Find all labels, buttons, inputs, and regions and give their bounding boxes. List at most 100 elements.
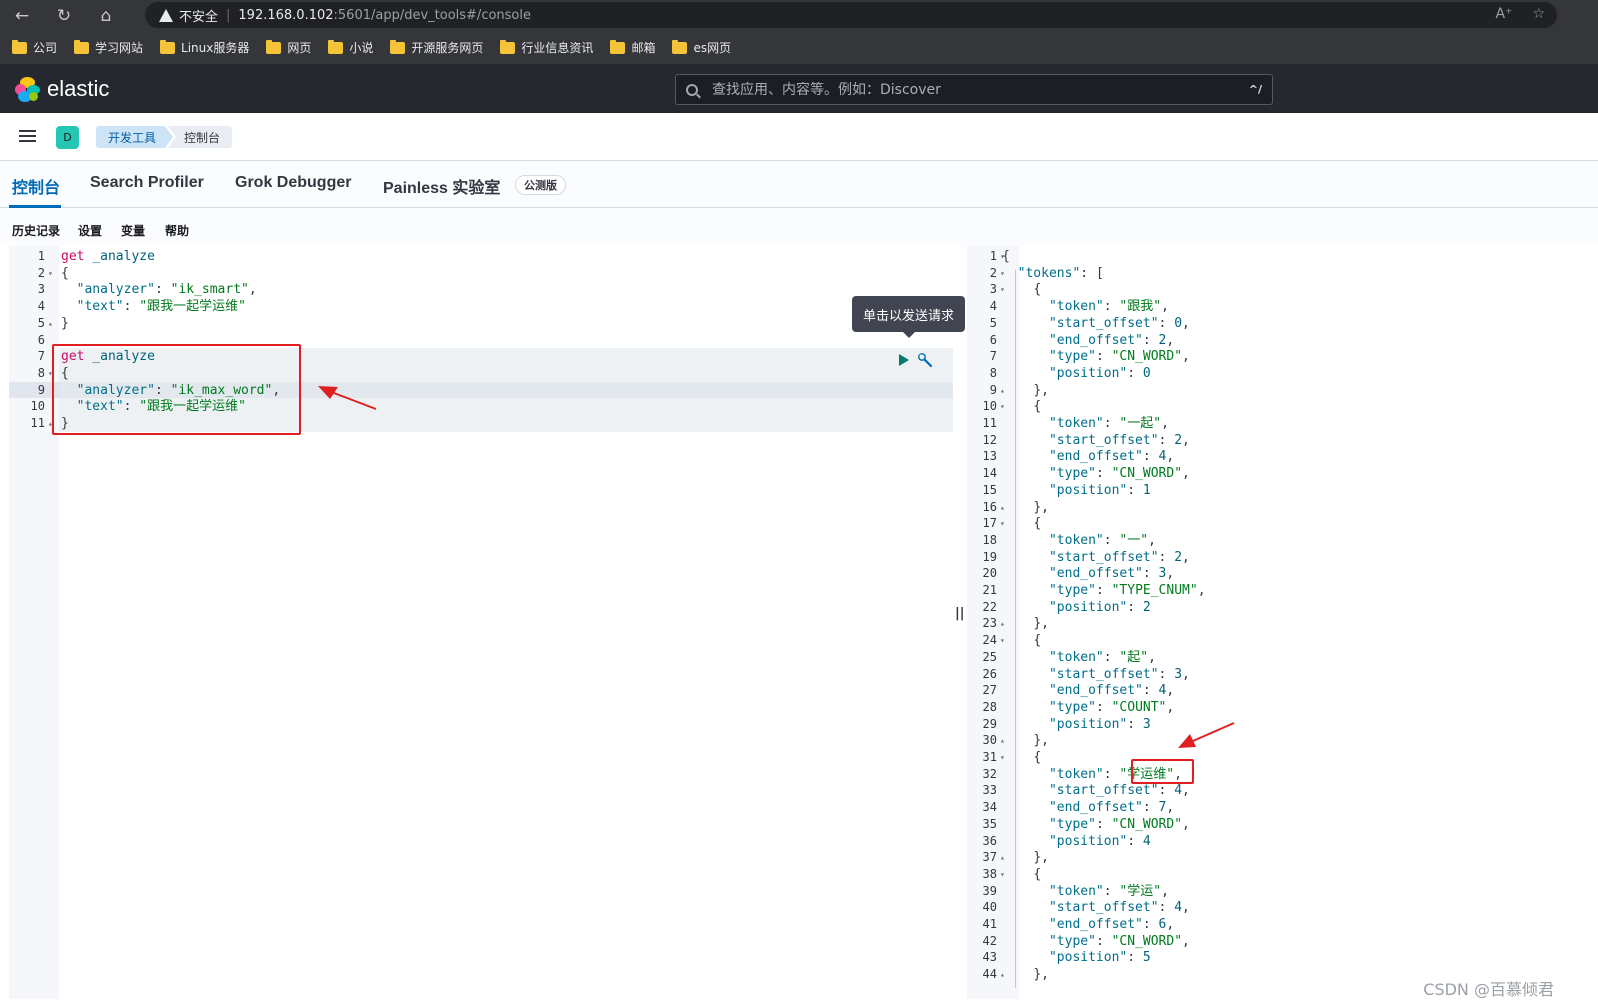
breadcrumb-console: 控制台 bbox=[168, 126, 233, 148]
line-number: 38 bbox=[982, 866, 997, 881]
home-icon[interactable]: ⌂ bbox=[92, 2, 120, 30]
line-number: 5 bbox=[989, 315, 997, 330]
line-number: 18 bbox=[982, 532, 997, 547]
search-icon bbox=[686, 83, 698, 96]
address-bar[interactable]: 不安全 | 192.168.0.102:5601/app/dev_tools#/… bbox=[145, 2, 1557, 28]
line-number: 17 bbox=[982, 516, 997, 531]
wrench-icon[interactable] bbox=[917, 352, 933, 368]
response-code-line: { bbox=[1002, 249, 1010, 264]
settings-link[interactable]: 设置 bbox=[78, 222, 102, 239]
response-code-line: "token": "跟我", bbox=[1048, 299, 1169, 315]
response-code-line: "end_offset": 4, bbox=[1048, 449, 1175, 465]
bookmark-item[interactable]: es网页 bbox=[672, 39, 731, 56]
folder-icon bbox=[74, 39, 90, 54]
hamburger-menu-icon[interactable] bbox=[19, 130, 36, 143]
response-code-line: }, bbox=[1033, 733, 1049, 749]
console-toolbar: 历史记录 设置 变量 帮助 bbox=[0, 208, 1598, 246]
bookmark-item[interactable]: 学习网站 bbox=[74, 39, 143, 56]
response-code-line: "end_offset": 2, bbox=[1048, 332, 1175, 348]
bookmark-label: 邮箱 bbox=[631, 41, 656, 55]
response-code-line: "end_offset": 4, bbox=[1048, 683, 1175, 699]
line-number: 6 bbox=[989, 332, 997, 347]
request-code-line: } bbox=[61, 315, 69, 331]
back-arrow-icon[interactable]: ← bbox=[8, 2, 36, 30]
line-number: 22 bbox=[982, 599, 997, 614]
bookmark-item[interactable]: 开源服务网页 bbox=[390, 39, 483, 56]
elastic-logo-icon bbox=[15, 76, 40, 102]
space-avatar[interactable]: D bbox=[56, 126, 79, 149]
tab-console[interactable]: 控制台 bbox=[12, 174, 60, 198]
breadcrumb-dev-tools[interactable]: 开发工具 bbox=[96, 126, 173, 148]
line-number: 12 bbox=[982, 432, 997, 447]
reload-icon[interactable]: ↻ bbox=[50, 2, 78, 30]
line-number: 15 bbox=[982, 482, 997, 497]
elastic-logo[interactable]: elastic bbox=[15, 76, 109, 102]
line-number: 16 bbox=[982, 499, 997, 514]
bookmark-item[interactable]: 邮箱 bbox=[610, 39, 655, 56]
response-code-line: "start_offset": 4, bbox=[1048, 900, 1190, 916]
fold-toggle-icon[interactable]: ▴ bbox=[48, 315, 53, 332]
response-code-line: { bbox=[1033, 282, 1042, 298]
help-link[interactable]: 帮助 bbox=[165, 222, 189, 239]
bookmark-item[interactable]: 网页 bbox=[266, 39, 311, 56]
response-code-line: { bbox=[1033, 399, 1042, 415]
folder-icon bbox=[160, 39, 176, 54]
line-number: 11 bbox=[30, 416, 45, 430]
annotation-request-box bbox=[52, 344, 301, 435]
response-code-line: }, bbox=[1033, 850, 1049, 866]
bookmarks-bar: 公司 学习网站 Linux服务器 网页 小说 开源服务网页 行业信息资讯 邮箱 es网页 bbox=[0, 31, 1598, 64]
warning-icon bbox=[159, 8, 173, 22]
line-number: 44 bbox=[982, 967, 997, 982]
global-search[interactable]: ^/ bbox=[675, 74, 1273, 105]
request-code-line: { bbox=[61, 265, 69, 281]
response-code-line: "token": "学运", bbox=[1048, 883, 1169, 899]
response-code-line: "position": 3 bbox=[1048, 716, 1151, 732]
bookmark-item[interactable]: 小说 bbox=[328, 39, 373, 56]
response-code-line: }, bbox=[1033, 382, 1049, 398]
browser-toolbar: ← ↻ ⌂ 不安全 | 192.168.0.102:5601/app/dev_t… bbox=[0, 0, 1598, 31]
watermark: CSDN @百慕倾君 bbox=[1423, 980, 1554, 999]
resize-handle-icon[interactable]: || bbox=[955, 606, 965, 621]
folder-icon bbox=[610, 39, 626, 54]
line-number: 33 bbox=[982, 783, 997, 798]
bookmark-item[interactable]: Linux服务器 bbox=[160, 39, 249, 56]
line-number: 6 bbox=[37, 332, 45, 347]
favorite-star-icon[interactable]: ☆ bbox=[1532, 6, 1545, 22]
response-code-line: "position": 5 bbox=[1048, 950, 1151, 966]
play-icon[interactable] bbox=[899, 354, 909, 366]
response-code-line: "tokens": [ bbox=[1017, 265, 1104, 281]
tab-grok-debugger[interactable]: Grok Debugger bbox=[235, 174, 351, 192]
folder-icon bbox=[672, 39, 688, 54]
line-number: 3 bbox=[989, 282, 997, 297]
history-link[interactable]: 历史记录 bbox=[12, 222, 60, 239]
response-code-line: { bbox=[1033, 866, 1042, 882]
read-aloud-icon[interactable]: A⁺ bbox=[1495, 6, 1512, 22]
tab-painless-lab[interactable]: Painless 实验室 bbox=[383, 174, 500, 198]
response-code-line: "start_offset": 2, bbox=[1048, 432, 1190, 448]
line-number: 1 bbox=[37, 249, 45, 263]
response-code-line: { bbox=[1033, 750, 1042, 765]
response-code-line: "type": "COUNT", bbox=[1048, 699, 1175, 715]
response-viewer: 1 ▾{2 ▾ "tokens": [3 ▾ {4 "token": "跟我", 5 "… bbox=[967, 246, 1598, 999]
bookmark-item[interactable]: 行业信息资讯 bbox=[500, 39, 593, 56]
variables-link[interactable]: 变量 bbox=[121, 222, 145, 239]
response-code-line: "position": 1 bbox=[1048, 482, 1151, 498]
tab-search-profiler[interactable]: Search Profiler bbox=[90, 174, 204, 192]
response-code-line: "start_offset": 4, bbox=[1048, 783, 1190, 799]
line-number: 9 bbox=[989, 382, 997, 397]
line-number: 32 bbox=[982, 766, 997, 781]
bookmark-label: Linux服务器 bbox=[181, 41, 250, 55]
response-code-line: "token": "一", bbox=[1048, 532, 1156, 548]
logo-text: elastic bbox=[47, 76, 110, 101]
bookmark-item[interactable]: 公司 bbox=[12, 39, 57, 56]
line-number: 27 bbox=[982, 683, 997, 698]
response-code-line: "type": "CN_WORD", bbox=[1048, 816, 1190, 832]
line-number: 23 bbox=[982, 616, 997, 631]
line-number: 14 bbox=[982, 466, 997, 481]
response-code-line: "position": 4 bbox=[1048, 833, 1151, 849]
request-code-line: "analyzer": "ik_smart", bbox=[76, 282, 257, 298]
fold-toggle-icon[interactable]: ▾ bbox=[48, 265, 53, 282]
line-number: 1 bbox=[989, 249, 997, 263]
search-input[interactable] bbox=[712, 81, 1249, 98]
line-number: 2 bbox=[989, 265, 997, 280]
